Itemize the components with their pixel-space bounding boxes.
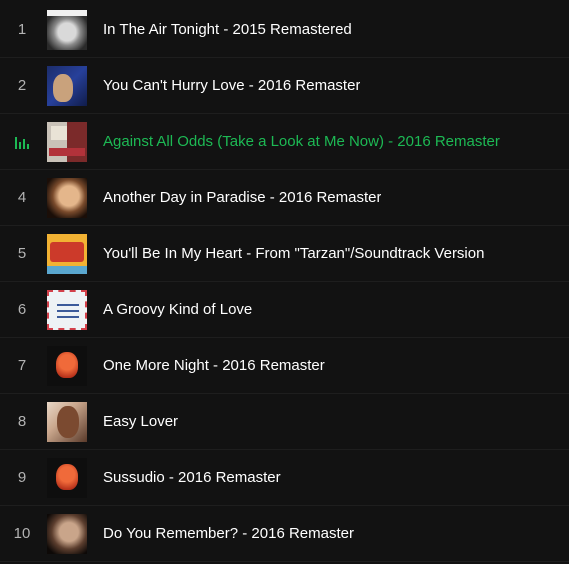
track-number: 1 <box>17 21 27 38</box>
album-art <box>47 65 87 106</box>
track-row[interactable]: 6 A Groovy Kind of Love <box>0 282 569 338</box>
track-title: Another Day in Paradise - 2016 Remaster <box>103 189 382 206</box>
track-title: Against All Odds (Take a Look at Me Now)… <box>103 133 500 150</box>
track-title: You Can't Hurry Love - 2016 Remaster <box>103 77 361 94</box>
track-title: Sussudio - 2016 Remaster <box>103 469 281 486</box>
track-number: 10 <box>13 525 31 542</box>
album-art <box>47 121 87 162</box>
track-list: 1 In The Air Tonight - 2015 Remastered 2… <box>0 0 569 564</box>
track-title: One More Night - 2016 Remaster <box>103 357 325 374</box>
track-number: 2 <box>17 77 27 94</box>
track-row[interactable]: 9 Sussudio - 2016 Remaster <box>0 450 569 506</box>
track-row[interactable]: 10 Do You Remember? - 2016 Remaster <box>0 506 569 562</box>
album-art <box>47 9 87 50</box>
track-title: In The Air Tonight - 2015 Remastered <box>103 21 352 38</box>
equalizer-bars-icon <box>0 135 44 149</box>
track-number: 7 <box>17 357 27 374</box>
track-title: A Groovy Kind of Love <box>103 301 253 318</box>
album-art <box>47 233 87 274</box>
track-title: You'll Be In My Heart - From "Tarzan"/So… <box>103 245 485 262</box>
track-row[interactable]: 4 Another Day in Paradise - 2016 Remaste… <box>0 170 569 226</box>
track-row[interactable]: 7 One More Night - 2016 Remaster <box>0 338 569 394</box>
track-number: 6 <box>17 301 27 318</box>
track-number: 9 <box>17 469 27 486</box>
album-art <box>47 513 87 554</box>
track-row[interactable]: 5 You'll Be In My Heart - From "Tarzan"/… <box>0 226 569 282</box>
track-row[interactable]: 8 Easy Lover <box>0 394 569 450</box>
album-art <box>47 401 87 442</box>
track-row[interactable]: 2 You Can't Hurry Love - 2016 Remaster <box>0 58 569 114</box>
album-art <box>47 345 87 386</box>
album-art <box>47 177 87 218</box>
album-art <box>47 289 87 330</box>
track-number: 4 <box>17 189 27 206</box>
track-title: Do You Remember? - 2016 Remaster <box>103 525 354 542</box>
track-row-now-playing[interactable]: Against All Odds (Take a Look at Me Now)… <box>0 114 569 170</box>
album-art <box>47 457 87 498</box>
track-number: 8 <box>17 413 27 430</box>
track-title: Easy Lover <box>103 413 179 430</box>
track-row[interactable]: 1 In The Air Tonight - 2015 Remastered <box>0 2 569 58</box>
track-number: 5 <box>17 245 27 262</box>
